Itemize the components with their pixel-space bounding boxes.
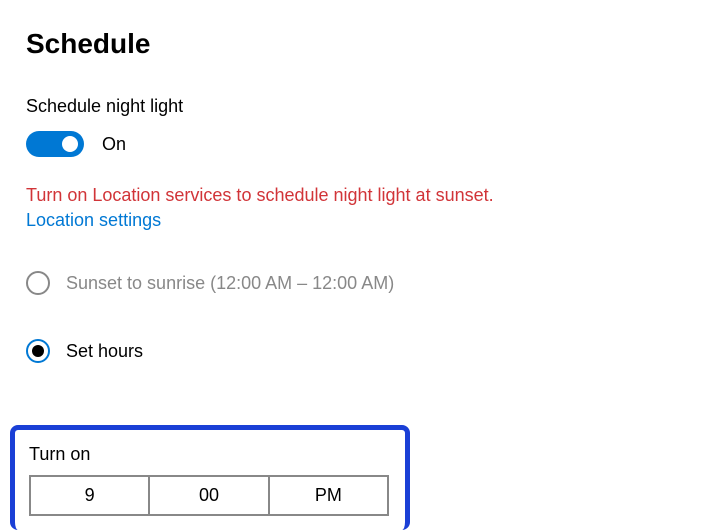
- time-hour[interactable]: 9: [31, 477, 150, 514]
- turn-on-label: Turn on: [29, 444, 391, 465]
- time-picker: 9 00 PM: [29, 475, 389, 516]
- time-period[interactable]: PM: [270, 477, 387, 514]
- radio-set-hours-label: Set hours: [66, 341, 143, 362]
- radio-inner: [32, 345, 44, 357]
- location-settings-link[interactable]: Location settings: [26, 210, 161, 231]
- location-warning: Turn on Location services to schedule ni…: [26, 185, 695, 206]
- schedule-heading: Schedule: [26, 28, 695, 60]
- turn-on-highlight: Turn on 9 00 PM: [10, 425, 410, 530]
- radio-sunset[interactable]: [26, 271, 50, 295]
- radio-set-hours[interactable]: [26, 339, 50, 363]
- toggle-state-text: On: [102, 134, 126, 155]
- schedule-toggle[interactable]: [26, 131, 84, 157]
- time-minute[interactable]: 00: [150, 477, 269, 514]
- radio-sunset-label: Sunset to sunrise (12:00 AM – 12:00 AM): [66, 273, 394, 294]
- toggle-label: Schedule night light: [26, 96, 695, 117]
- toggle-knob: [62, 136, 78, 152]
